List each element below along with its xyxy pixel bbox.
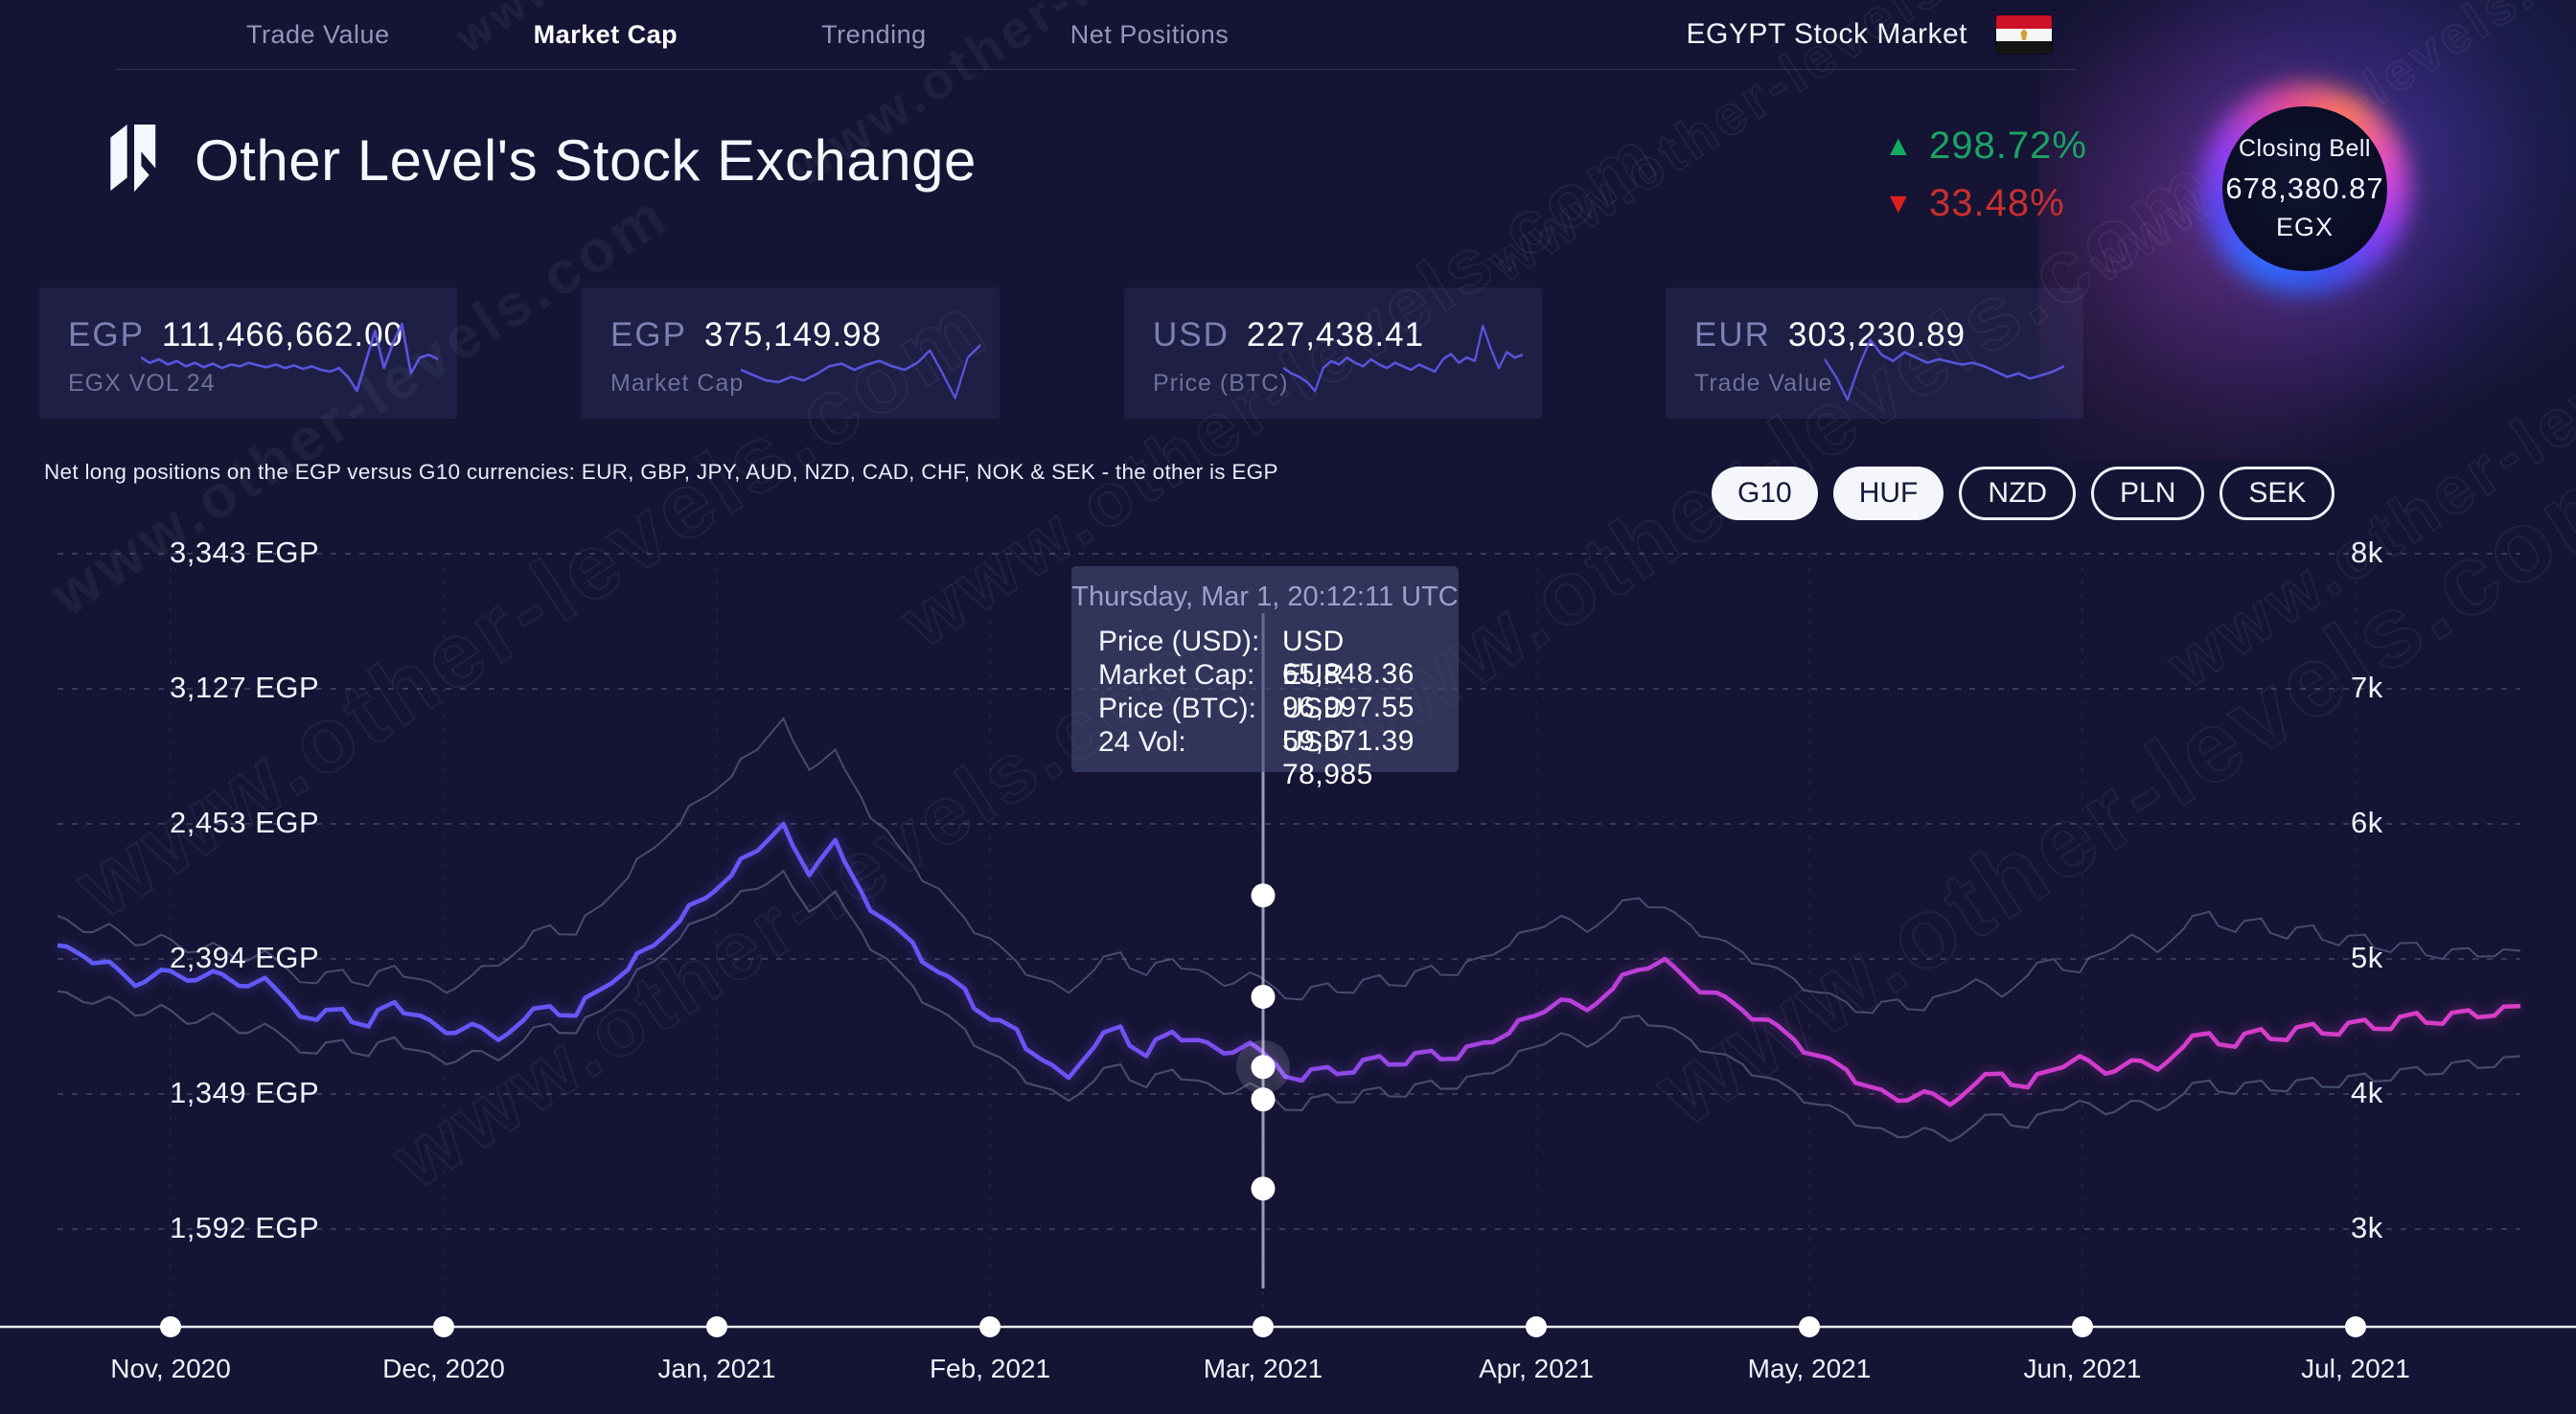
- tooltip-row: 24 Vol:USD 78,985: [1098, 726, 1439, 760]
- nav-divider: [115, 69, 2076, 70]
- stat-card-price-btc-: USD227,438.41Price (BTC): [1124, 287, 1542, 419]
- y-axis-label-right: 6k: [2351, 806, 2383, 840]
- lower-band-line: [58, 871, 2520, 1141]
- y-axis-label-right: 5k: [2351, 941, 2383, 975]
- crosshair-dot: [1252, 1087, 1276, 1111]
- crosshair-dot: [1252, 985, 1276, 1009]
- tab-market-cap[interactable]: Market Cap: [534, 20, 678, 50]
- y-axis-label-left: 2,394 EGP: [170, 941, 319, 975]
- pill-huf[interactable]: HUF: [1833, 467, 1944, 520]
- pill-sek[interactable]: SEK: [2220, 467, 2334, 520]
- down-percent: 33.48%: [1929, 182, 2065, 225]
- page-title: Other Level's Stock Exchange: [195, 127, 977, 194]
- x-axis-dot: [1253, 1316, 1274, 1337]
- egypt-flag-icon: [1996, 15, 2052, 54]
- pill-pln[interactable]: PLN: [2091, 467, 2204, 520]
- tooltip-row-label: Price (USD):: [1098, 626, 1259, 658]
- tab-net-positions[interactable]: Net Positions: [1070, 20, 1230, 50]
- y-axis-label-left: 3,343 EGP: [170, 536, 319, 570]
- tooltip-row: Market Cap:EUR 96,997.55: [1098, 659, 1439, 693]
- tooltip-row: Price (BTC):USD 59,371.39: [1098, 693, 1439, 726]
- stock-exchange-dashboard: www.other-levels.comwww.other-levels.com…: [0, 0, 2576, 1414]
- sparkline-path: [1825, 340, 2064, 400]
- x-axis-label: Dec, 2020: [382, 1354, 505, 1384]
- card-sparkline: [1825, 311, 2064, 407]
- crosshair-dot: [1252, 1176, 1276, 1200]
- card-label: Trade Value: [1694, 370, 1832, 398]
- tab-trade-value[interactable]: Trade Value: [246, 20, 390, 50]
- x-axis-label: May, 2021: [1748, 1354, 1872, 1384]
- card-sparkline: [741, 311, 980, 407]
- y-axis-label-left: 3,127 EGP: [170, 671, 319, 705]
- y-axis-label-left: 1,349 EGP: [170, 1076, 319, 1110]
- crosshair-dot: [1252, 1055, 1276, 1079]
- chart-tooltip: Thursday, Mar 1, 20:12:11 UTC Price (USD…: [1071, 566, 1459, 772]
- y-axis-label-right: 4k: [2351, 1076, 2383, 1110]
- x-axis-dot: [706, 1316, 727, 1337]
- x-axis-label: Jun, 2021: [2024, 1354, 2142, 1384]
- y-axis-label-right: 8k: [2351, 536, 2383, 570]
- x-axis-dot: [160, 1316, 181, 1337]
- tab-trending[interactable]: Trending: [821, 20, 927, 50]
- x-axis-dot: [2072, 1316, 2093, 1337]
- currency-pills: G10 HUF NZD PLN SEK: [1712, 467, 2334, 520]
- x-axis-label: Mar, 2021: [1204, 1354, 1323, 1384]
- x-axis-label: Nov, 2020: [110, 1354, 231, 1384]
- up-triangle-icon: ▲: [1884, 130, 1913, 163]
- x-axis-dot: [1526, 1316, 1547, 1337]
- sparkline-path: [741, 345, 980, 398]
- sparkline-path: [1283, 326, 1523, 391]
- stat-card-egx-vol-24: EGP111,466,662.00EGX VOL 24: [39, 287, 457, 419]
- sparkline-path: [141, 324, 438, 391]
- pill-g10[interactable]: G10: [1712, 467, 1818, 520]
- tooltip-row-label: Market Cap:: [1098, 659, 1254, 692]
- crosshair-dot: [1252, 883, 1276, 907]
- nav-tabs: Trade Value Market Cap Trending Net Positio…: [246, 0, 1229, 69]
- y-axis-label-left: 1,592 EGP: [170, 1211, 319, 1245]
- x-axis-label: Jan, 2021: [658, 1354, 776, 1384]
- x-axis-label: Feb, 2021: [930, 1354, 1050, 1384]
- tooltip-row-label: Price (BTC):: [1098, 693, 1256, 725]
- stat-card-trade-value: EUR303,230.89Trade Value: [1666, 287, 2083, 419]
- x-axis-label: Jul, 2021: [2301, 1354, 2410, 1384]
- up-percent: 298.72%: [1929, 125, 2087, 168]
- card-currency: EGP: [68, 316, 145, 354]
- pill-nzd[interactable]: NZD: [1959, 467, 2076, 520]
- tooltip-timestamp: Thursday, Mar 1, 20:12:11 UTC: [1071, 582, 1459, 613]
- y-axis-label-left: 2,453 EGP: [170, 806, 319, 840]
- ol-logo-icon: [99, 121, 170, 199]
- tooltip-row-value: USD 78,985: [1282, 726, 1439, 791]
- positions-note: Net long positions on the EGP versus G10…: [44, 460, 1278, 485]
- x-axis-dot: [2345, 1316, 2366, 1337]
- card-currency: EGP: [610, 316, 687, 354]
- top-nav: Trade Value Market Cap Trending Net Positio…: [0, 0, 2576, 69]
- tooltip-row-label: 24 Vol:: [1098, 726, 1186, 759]
- y-axis-label-right: 7k: [2351, 671, 2383, 705]
- x-axis-dot: [979, 1316, 1000, 1337]
- market-selector[interactable]: EGYPT Stock Market: [1686, 0, 2052, 69]
- y-axis-label-right: 3k: [2351, 1211, 2383, 1245]
- x-axis-dot: [433, 1316, 454, 1337]
- stat-card-market-cap: EGP375,149.98Market Cap: [582, 287, 1000, 419]
- card-label: Market Cap: [610, 370, 744, 398]
- x-axis-label: Apr, 2021: [1479, 1354, 1594, 1384]
- tooltip-rows: Price (USD):USD 65,848.36Market Cap:EUR …: [1098, 626, 1439, 760]
- tooltip-row: Price (USD):USD 65,848.36: [1098, 626, 1439, 659]
- card-sparkline: [1283, 311, 1523, 407]
- down-triangle-icon: ▼: [1884, 188, 1913, 220]
- card-sparkline: [141, 311, 438, 407]
- brand: Other Level's Stock Exchange: [99, 121, 977, 199]
- card-currency: USD: [1153, 316, 1230, 354]
- card-currency: EUR: [1694, 316, 1771, 354]
- card-label: Price (BTC): [1153, 370, 1289, 398]
- x-axis-dot: [1799, 1316, 1820, 1337]
- market-name: EGYPT Stock Market: [1686, 18, 1967, 51]
